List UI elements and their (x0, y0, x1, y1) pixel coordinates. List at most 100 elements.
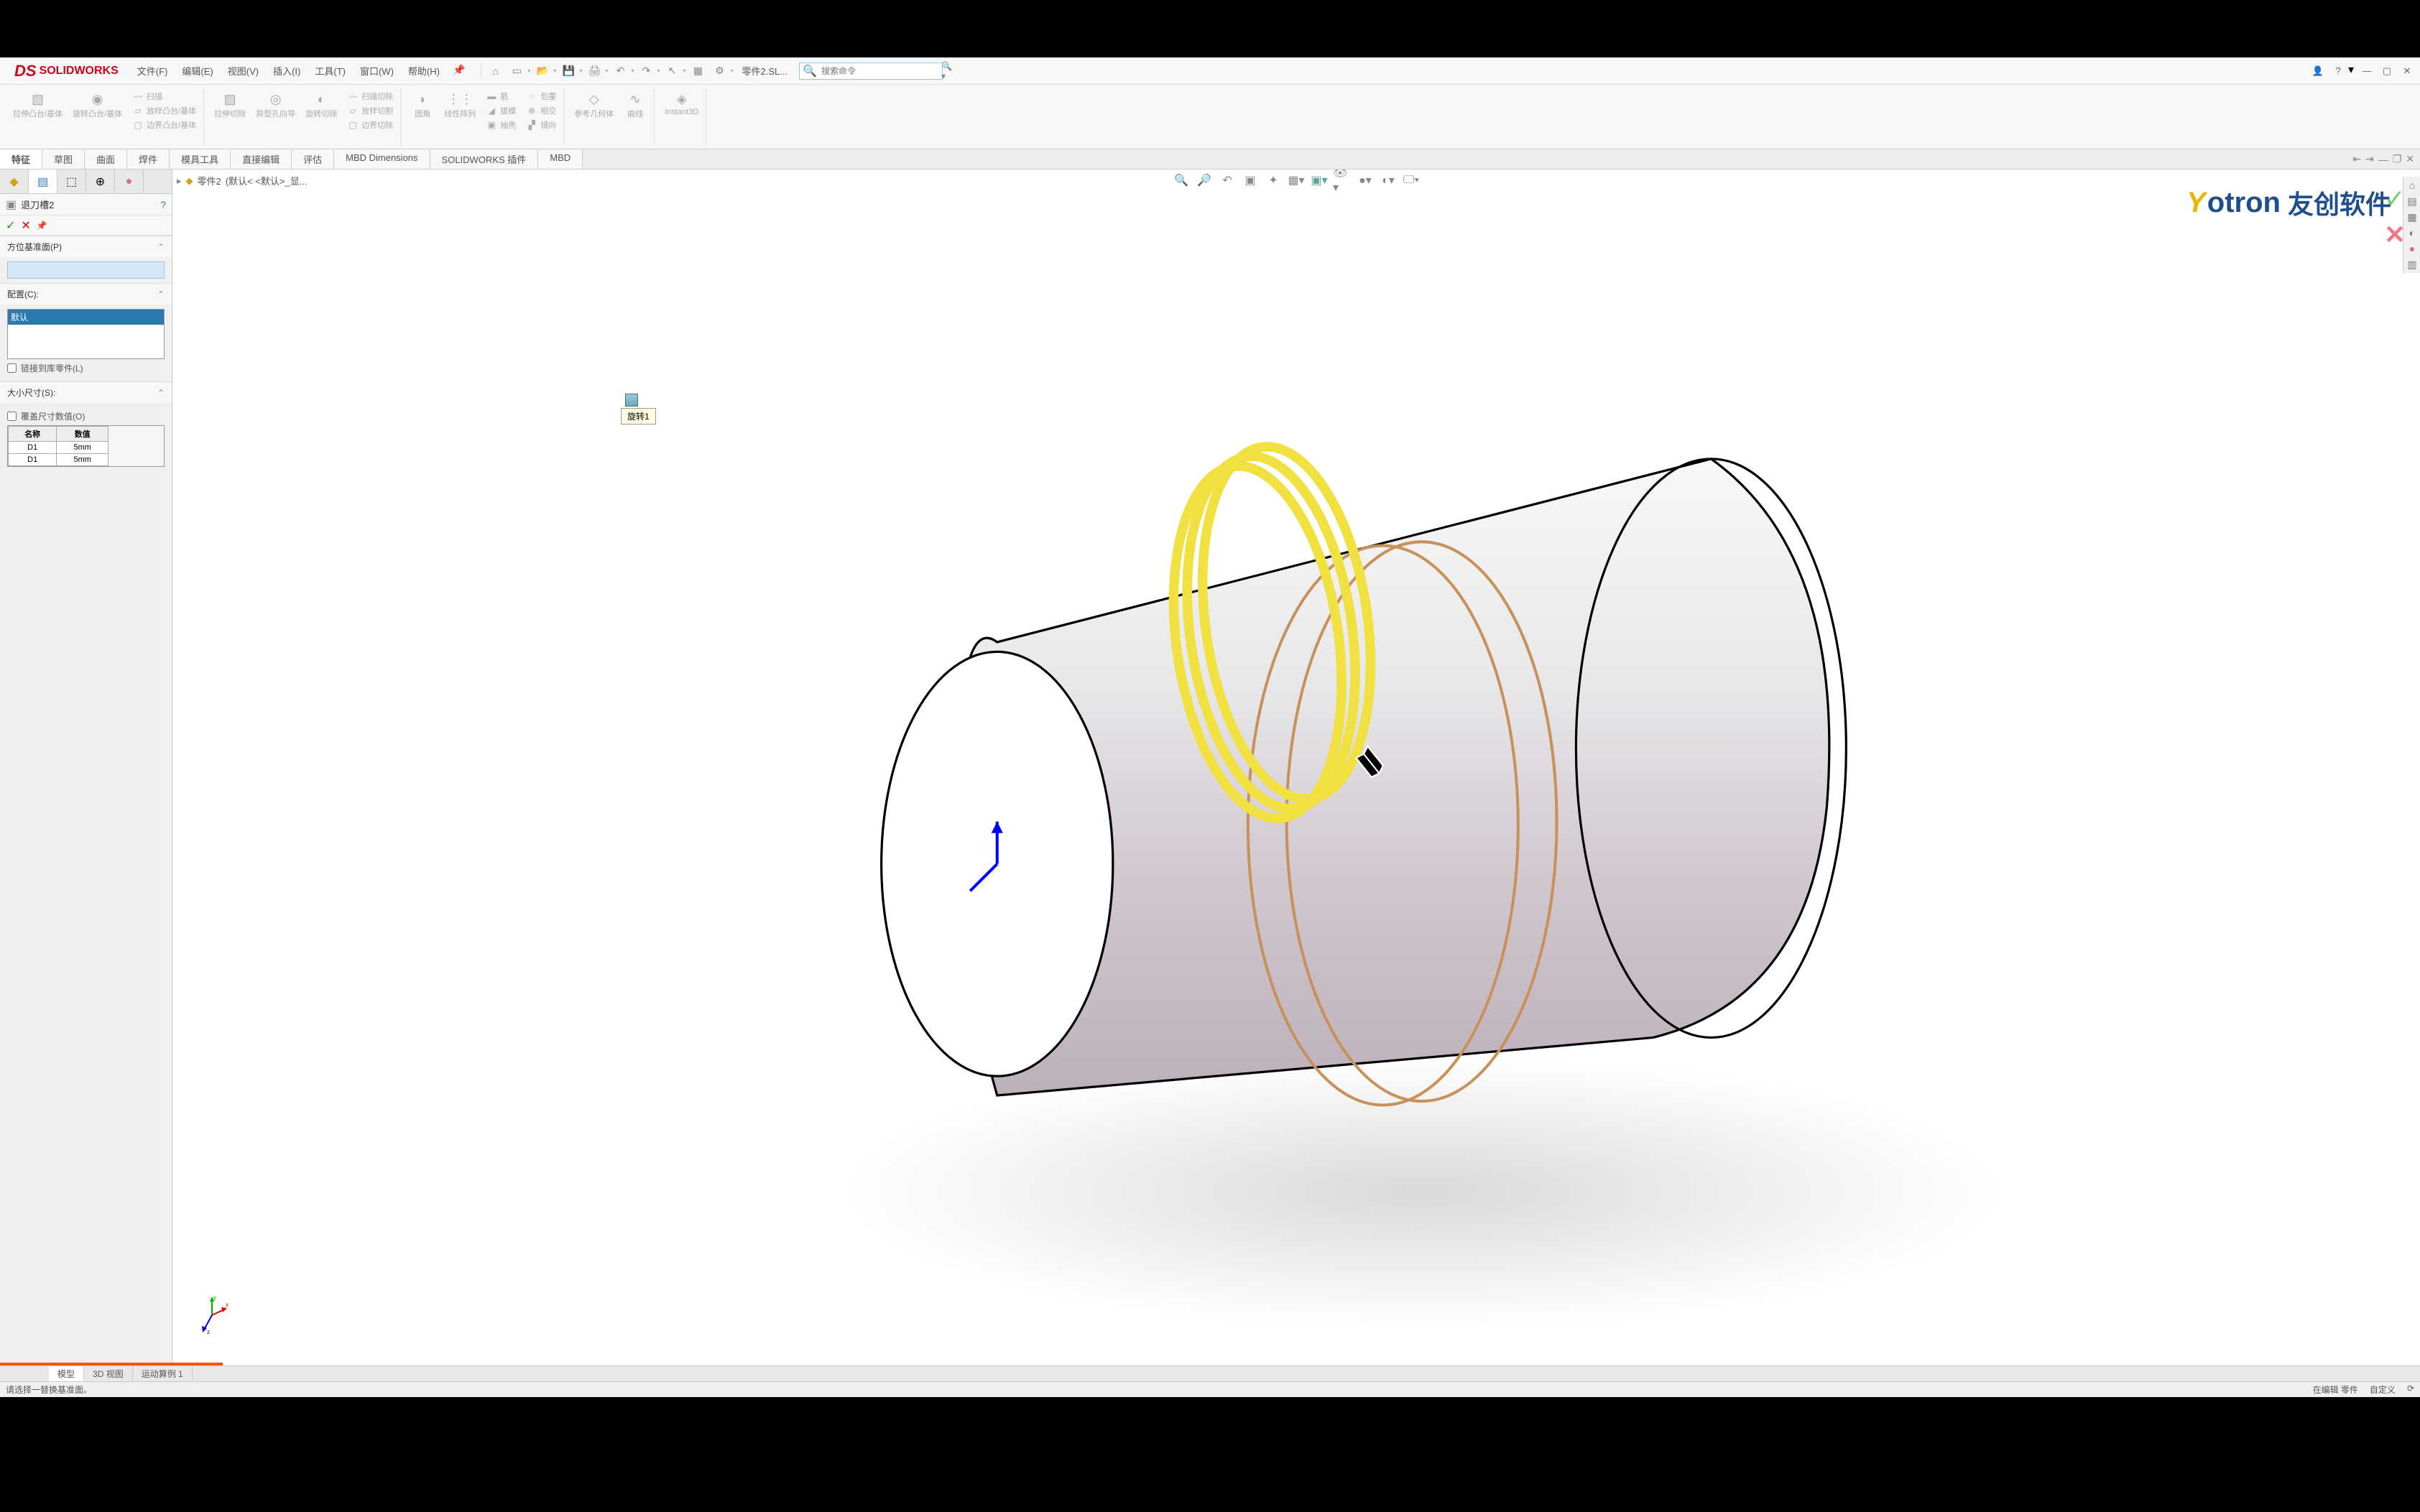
tab-addins[interactable]: SOLIDWORKS 插件 (430, 149, 539, 169)
view-orientation-icon[interactable]: ▦▾ (1287, 171, 1306, 190)
design-library-icon[interactable]: ▤ (2405, 194, 2419, 208)
tab-sketch[interactable]: 草图 (42, 149, 85, 169)
status-refresh-icon[interactable]: ⟳ (2407, 1383, 2414, 1396)
status-custom[interactable]: 自定义 (2370, 1383, 2396, 1396)
menu-help[interactable]: 帮助(H) (401, 64, 447, 78)
window-minimize-icon[interactable]: — (2378, 154, 2388, 165)
extrude-boss-button[interactable]: ▧拉伸凸台/基体 (10, 89, 65, 132)
search-box[interactable]: 🔍 🔍▾ (799, 62, 943, 80)
loft-button[interactable]: ▱放样凸台/基体 (129, 103, 199, 118)
menu-view[interactable]: 视图(V) (221, 64, 266, 78)
datum-plane-input[interactable] (7, 261, 165, 279)
sweep-button[interactable]: 〰扫描 (129, 89, 199, 103)
config-item-default[interactable]: 默认 (8, 310, 164, 325)
linear-pattern-button[interactable]: ⋮⋮线性阵列 (441, 89, 479, 132)
loft-cut-button[interactable]: ▱放样切割 (344, 103, 396, 118)
hide-show-icon[interactable]: 👁▾ (1333, 171, 1352, 190)
print-icon[interactable]: 🖨 (585, 62, 604, 80)
fillet-button[interactable]: ◗圆角 (408, 89, 437, 132)
tab-mbd[interactable]: MBD (538, 149, 583, 169)
redo-icon[interactable]: ↷ (637, 62, 655, 80)
tab-direct-edit[interactable]: 直接编辑 (231, 149, 292, 169)
table-row[interactable]: D1 5mm (9, 442, 108, 454)
apply-scene-icon[interactable]: ◐▾ (1379, 171, 1398, 190)
rib-button[interactable]: ▬筋 (483, 89, 519, 103)
tab-mold-tools[interactable]: 模具工具 (170, 149, 231, 169)
appearances-icon[interactable]: ● (2405, 241, 2419, 256)
collapse-right-icon[interactable]: ⇥ (2365, 153, 2374, 165)
pin-icon[interactable]: 📌 (447, 64, 471, 78)
menu-file[interactable]: 文件(F) (130, 64, 175, 78)
open-icon[interactable]: 📂 (533, 62, 552, 80)
maximize-button[interactable]: ▢ (2377, 62, 2397, 80)
dynamic-view-icon[interactable]: ✦ (1264, 171, 1283, 190)
previous-view-icon[interactable]: ↶ (1218, 171, 1237, 190)
ref-geometry-button[interactable]: ◇参考几何体 (571, 89, 616, 121)
shell-button[interactable]: ▣抽壳 (483, 118, 519, 132)
3d-viewport[interactable]: ▸ ◆ 零件2 (默认< <默认>_显... 🔍 🔎 ↶ ▣ ✦ ▦▾ ▣▾ 👁… (172, 170, 2420, 1365)
edit-appearance-icon[interactable]: ●▾ (1356, 171, 1375, 190)
section-size[interactable]: 大小尺寸(S): ⌃ (0, 382, 172, 403)
zoom-area-icon[interactable]: 🔎 (1195, 171, 1214, 190)
search-go-icon[interactable]: 🔍▾ (937, 61, 956, 81)
search-input[interactable] (817, 66, 937, 76)
tab-features[interactable]: 特征 (0, 149, 42, 169)
fm-tab-display[interactable]: ● (115, 170, 144, 193)
table-row[interactable]: D1 5mm (9, 454, 108, 466)
zoom-fit-icon[interactable]: 🔍 (1172, 171, 1191, 190)
tab-weldments[interactable]: 焊件 (127, 149, 170, 169)
hole-wizard-button[interactable]: ◎异型孔向导 (253, 89, 298, 132)
window-close-icon[interactable]: ✕ (2406, 153, 2414, 165)
intersect-button[interactable]: ⊗相交 (523, 103, 559, 118)
fm-tab-dimxpert[interactable]: ⊕ (86, 170, 115, 193)
pm-pin-button[interactable]: 📌 (37, 221, 47, 231)
close-button[interactable]: ✕ (2397, 62, 2417, 80)
section-configuration[interactable]: 配置(C): ⌃ (0, 284, 172, 305)
custom-props-icon[interactable]: ▥ (2405, 257, 2419, 272)
view-settings-icon[interactable]: 🖵▾ (1402, 171, 1421, 190)
orientation-triad[interactable]: x y z (194, 1294, 230, 1337)
tab-model[interactable]: 模型 (49, 1366, 84, 1381)
home-icon[interactable]: ⌂ (486, 62, 504, 80)
tab-evaluate[interactable]: 评估 (292, 149, 334, 169)
revolve-cut-button[interactable]: ◐旋转切除 (302, 89, 340, 132)
revolve-boss-button[interactable]: ◉旋转凸台/基体 (70, 89, 125, 132)
tab-surfaces[interactable]: 曲面 (85, 149, 127, 169)
tab-motion-study[interactable]: 运动算例 1 (133, 1366, 193, 1381)
save-icon[interactable]: 💾 (559, 62, 578, 80)
file-explorer-icon[interactable]: ▦ (2405, 210, 2419, 224)
pm-ok-button[interactable]: ✓ (6, 218, 15, 233)
user-icon[interactable]: 👤 (2308, 62, 2328, 80)
view-palette-icon[interactable]: ◐ (2405, 226, 2419, 240)
fm-tab-property[interactable]: ▤ (29, 170, 57, 193)
menu-edit[interactable]: 编辑(E) (175, 64, 220, 78)
collapse-left-icon[interactable]: ⇤ (2352, 153, 2361, 165)
config-list[interactable]: 默认 (7, 309, 165, 359)
breadcrumb-arrow-icon[interactable]: ▸ (177, 175, 182, 187)
menu-window[interactable]: 窗口(W) (353, 64, 401, 78)
sweep-cut-button[interactable]: 〰扫描切除 (344, 89, 396, 103)
curves-button[interactable]: ∿曲线 (621, 89, 650, 121)
boundary-cut-button[interactable]: ▢边界切除 (344, 118, 396, 132)
mirror-button[interactable]: ▞镜向 (523, 118, 559, 132)
fm-tab-feature[interactable]: ◆ (0, 170, 29, 193)
menu-tools[interactable]: 工具(T) (308, 64, 353, 78)
minimize-button[interactable]: — (2357, 62, 2377, 80)
rebuild-icon[interactable]: ▦ (689, 62, 708, 80)
pm-cancel-button[interactable]: ✕ (21, 218, 30, 233)
tab-3d-views[interactable]: 3D 视图 (84, 1366, 133, 1381)
section-view-icon[interactable]: ▣ (1241, 171, 1260, 190)
pm-help-icon[interactable]: ? (160, 199, 166, 210)
help-icon[interactable]: ? (2328, 62, 2348, 80)
section-datum-plane[interactable]: 方位基准面(P) ⌃ (0, 236, 172, 257)
menu-insert[interactable]: 插入(I) (266, 64, 308, 78)
link-to-library-checkbox[interactable]: 链接到库零件(L) (7, 359, 165, 377)
draft-button[interactable]: ◢拔模 (483, 103, 519, 118)
display-style-icon[interactable]: ▣▾ (1310, 171, 1329, 190)
extrude-cut-button[interactable]: ▨拉伸切除 (211, 89, 249, 132)
tab-mbd-dimensions[interactable]: MBD Dimensions (334, 149, 430, 169)
window-restore-icon[interactable]: ❐ (2393, 153, 2402, 165)
wrap-button[interactable]: ◌包覆 (523, 89, 559, 103)
options-icon[interactable]: ⚙ (711, 62, 729, 80)
select-icon[interactable]: ↖ (662, 62, 681, 80)
